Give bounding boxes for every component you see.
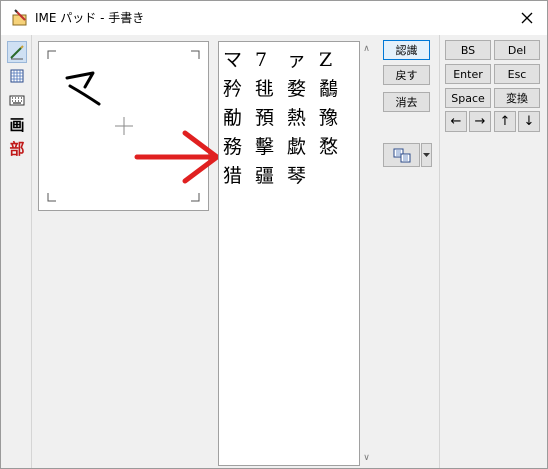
- candidate-scrollbar[interactable]: ∧ ∨: [360, 41, 373, 466]
- candidate-char[interactable]: 熱: [287, 104, 319, 133]
- candidate-char[interactable]: 豫: [319, 104, 351, 133]
- candidate-row: 猎 疆 琴: [223, 162, 351, 191]
- candidate-row: 矜 毴 婺 鷸: [223, 75, 351, 104]
- erase-button[interactable]: 消去: [383, 92, 430, 112]
- button-panel-divider: [439, 35, 440, 468]
- pen-icon: [10, 45, 24, 60]
- client-area: 画 部 マ 7 ァ Z 矜 毴 婺 鷸 勈 預 熱 豫 務 擊 歔 愗 猎 疆 …: [1, 35, 547, 468]
- candidate-char[interactable]: 猎: [223, 162, 255, 191]
- keyboard-icon: [9, 95, 25, 106]
- annotation-arrow: [134, 130, 220, 184]
- candidate-char[interactable]: 愗: [319, 133, 351, 162]
- stroke-count-mode-button[interactable]: 画: [7, 113, 27, 135]
- candidate-char[interactable]: 歔: [287, 133, 319, 162]
- scroll-up-icon[interactable]: ∧: [360, 44, 373, 54]
- convert-key[interactable]: 変換: [494, 88, 540, 108]
- transfer-dropdown-button[interactable]: [421, 143, 432, 167]
- candidate-row: マ 7 ァ Z: [223, 46, 351, 75]
- esc-key[interactable]: Esc: [494, 64, 540, 84]
- candidate-row: 務 擊 歔 愗: [223, 133, 351, 162]
- handwritten-stroke: [65, 71, 101, 106]
- toolbar-divider: [31, 35, 32, 468]
- transfer-icon: [393, 148, 410, 163]
- mode-toolbar: 画 部: [7, 41, 27, 161]
- window-title: IME パッド - 手書き: [35, 11, 145, 25]
- candidate-char[interactable]: 婺: [287, 75, 319, 104]
- candidate-char[interactable]: Z: [319, 46, 351, 75]
- title-bar: IME パッド - 手書き: [1, 1, 547, 35]
- candidate-char[interactable]: 勈: [223, 104, 255, 133]
- candidate-char[interactable]: 務: [223, 133, 255, 162]
- enter-key[interactable]: Enter: [445, 64, 491, 84]
- char-list-icon: [10, 69, 24, 83]
- dropdown-icon: [423, 152, 430, 157]
- radical-char: 部: [9, 139, 25, 158]
- down-arrow-key[interactable]: ↓: [518, 111, 540, 132]
- candidate-char[interactable]: 毴: [255, 75, 287, 104]
- candidate-char[interactable]: 預: [255, 104, 287, 133]
- handwriting-canvas[interactable]: [38, 41, 209, 211]
- candidate-char[interactable]: 擊: [255, 133, 287, 162]
- handwriting-mode-button[interactable]: [7, 41, 27, 63]
- candidate-char[interactable]: ァ: [287, 46, 319, 75]
- candidate-list: マ 7 ァ Z 矜 毴 婺 鷸 勈 預 熱 豫 務 擊 歔 愗 猎 疆 琴: [218, 41, 360, 466]
- candidate-row: 勈 預 熱 豫: [223, 104, 351, 133]
- del-key[interactable]: Del: [494, 40, 540, 60]
- radical-mode-button[interactable]: 部: [7, 137, 27, 159]
- char-list-mode-button[interactable]: [7, 65, 27, 87]
- candidate-char[interactable]: 疆: [255, 162, 287, 191]
- ime-pad-window: IME パッド - 手書き 画 部 マ 7 ァ Z 矜 毴 婺 鷸 勈 預 熱 …: [0, 0, 548, 469]
- scroll-down-icon[interactable]: ∨: [360, 453, 373, 463]
- left-arrow-key[interactable]: ←: [445, 111, 467, 132]
- recognize-button[interactable]: 認識: [383, 40, 430, 60]
- candidate-char[interactable]: 琴: [287, 162, 319, 191]
- space-key[interactable]: Space: [445, 88, 491, 108]
- candidate-char[interactable]: 鷸: [319, 75, 351, 104]
- close-button[interactable]: [507, 1, 547, 35]
- soft-keyboard-mode-button[interactable]: [7, 89, 27, 111]
- bs-key[interactable]: BS: [445, 40, 491, 60]
- ime-pad-icon: [12, 9, 27, 26]
- candidate-char[interactable]: 矜: [223, 75, 255, 104]
- right-arrow-key[interactable]: →: [469, 111, 491, 132]
- close-icon: [521, 12, 533, 24]
- candidate-char[interactable]: 7: [255, 46, 287, 75]
- candidate-char[interactable]: マ: [223, 46, 255, 75]
- up-arrow-key[interactable]: ↑: [494, 111, 516, 132]
- transfer-button[interactable]: [383, 143, 420, 167]
- stroke-count-char: 画: [9, 115, 25, 134]
- back-button[interactable]: 戻す: [383, 65, 430, 85]
